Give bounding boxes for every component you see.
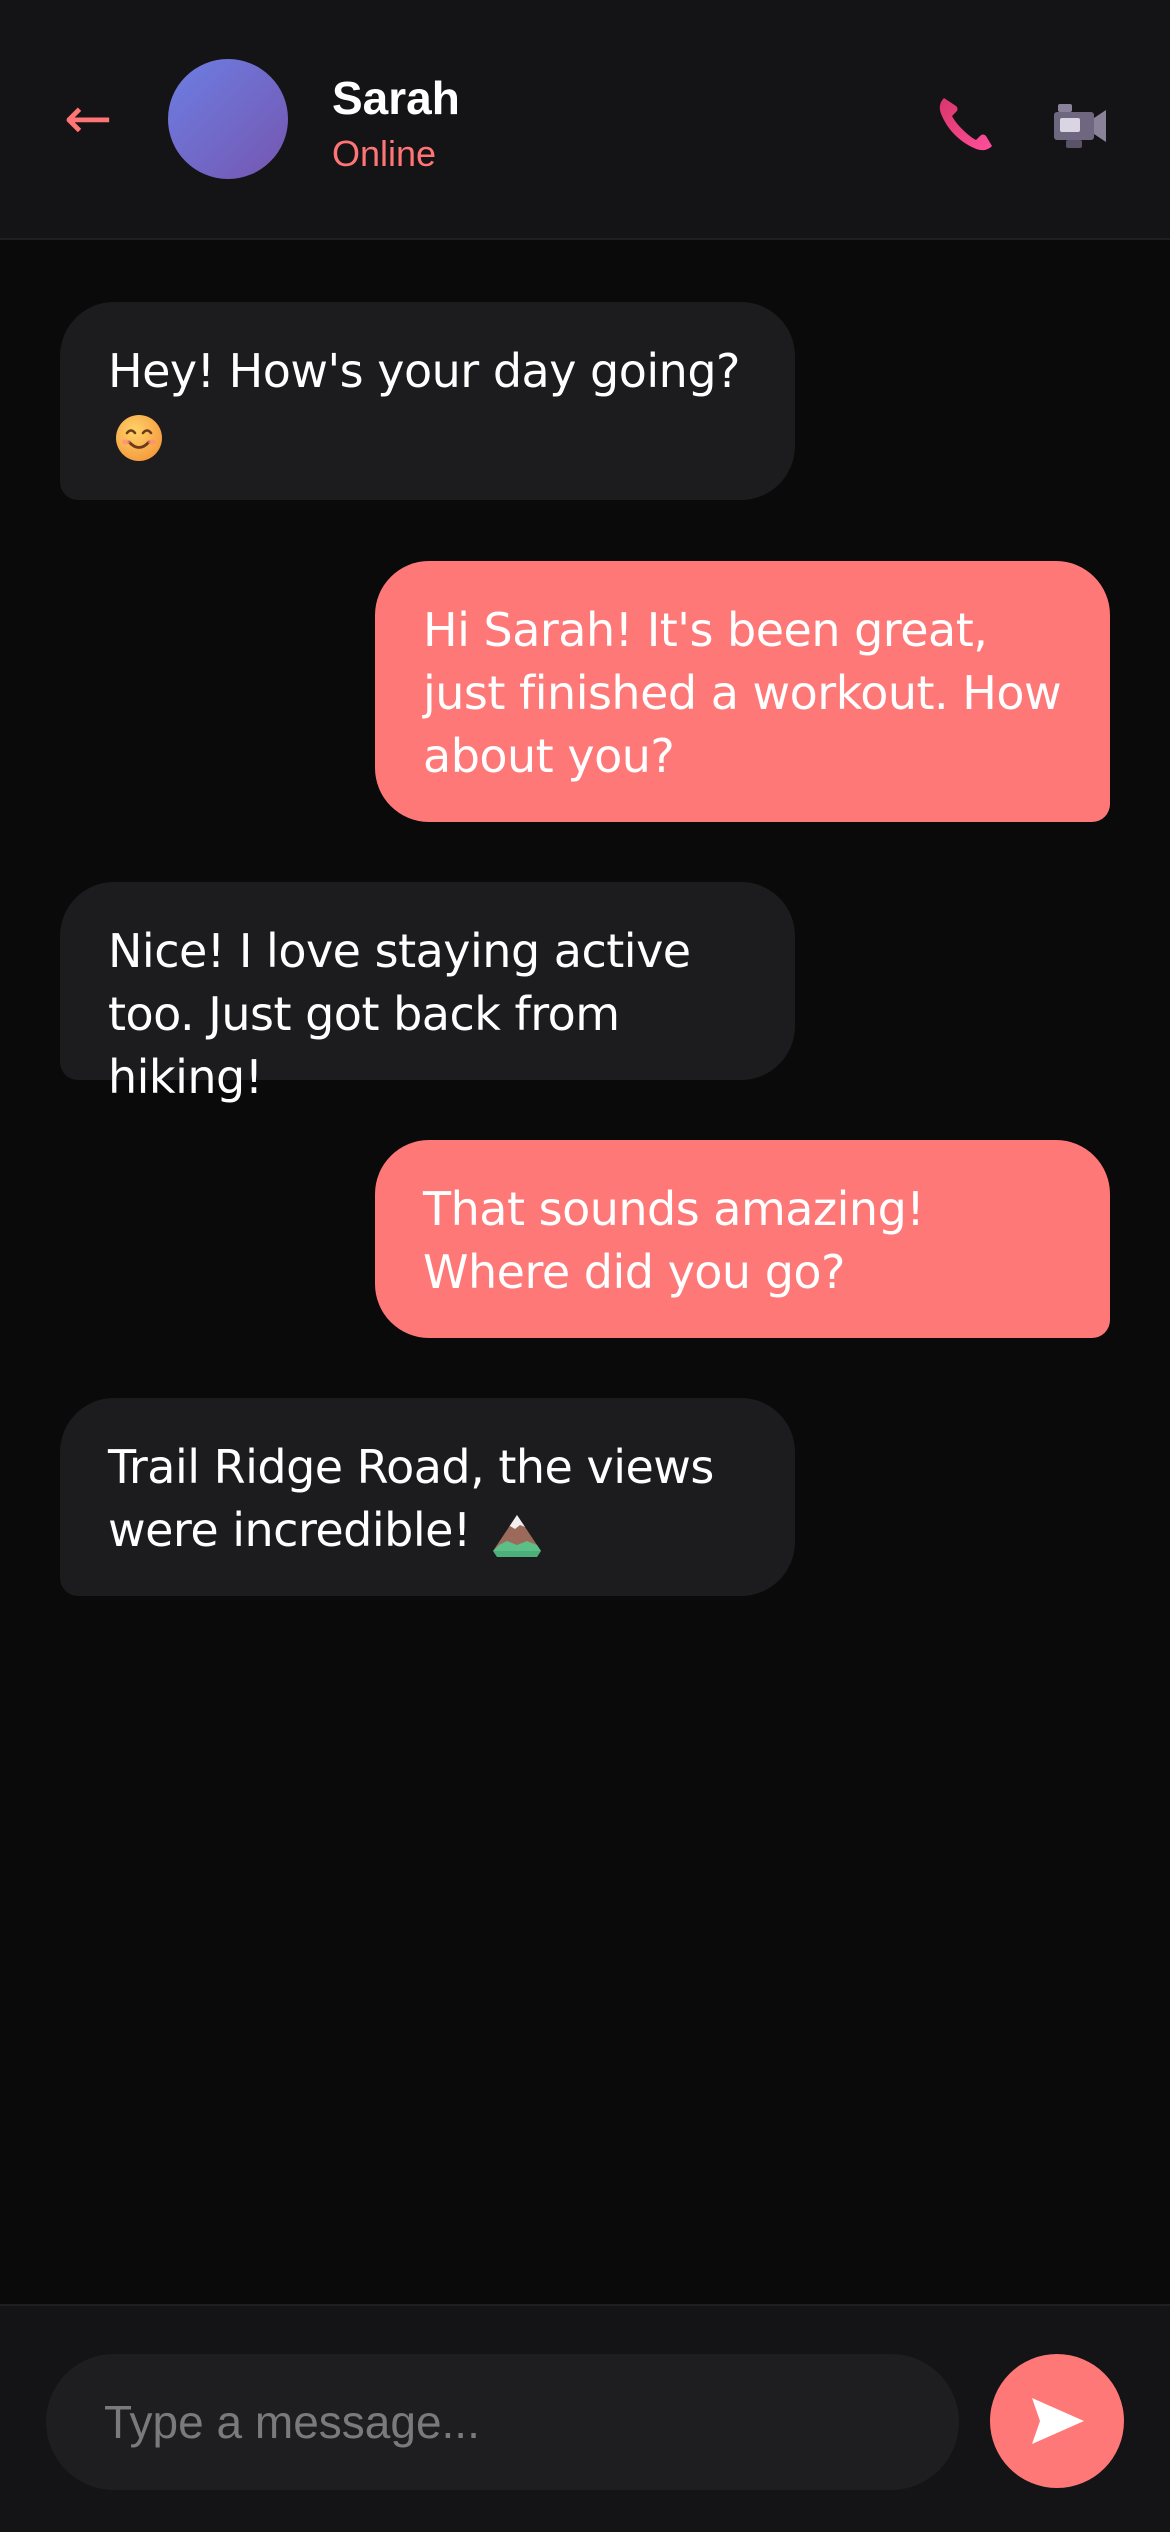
message-input[interactable] <box>46 2354 959 2490</box>
back-button[interactable]: ← <box>58 88 118 148</box>
smiling-face-emoji <box>116 414 162 461</box>
call-button[interactable] <box>934 92 998 156</box>
contact-name: Sarah <box>332 72 460 124</box>
chat-header: ← Sarah Online <box>0 0 1170 240</box>
message-composer <box>0 2304 1170 2532</box>
message-text: That sounds amazing! Where did you go? <box>423 1182 925 1299</box>
message-text: Nice! I love staying active too. Just go… <box>108 924 691 1104</box>
send-icon <box>1032 2398 1084 2444</box>
chat-screen: ← Sarah Online Hey! How's your day going… <box>0 0 1170 2532</box>
message-bubble-outgoing[interactable]: That sounds amazing! Where did you go? <box>375 1140 1110 1338</box>
message-text: Trail Ridge Road, the views were incredi… <box>108 1440 714 1557</box>
mountain-emoji <box>493 1514 541 1557</box>
video-call-button[interactable] <box>1046 98 1110 154</box>
message-bubble-incoming[interactable]: Trail Ridge Road, the views were incredi… <box>60 1398 795 1596</box>
phone-icon <box>939 98 992 151</box>
contact-status: Online <box>332 133 437 174</box>
message-bubble-outgoing[interactable]: Hi Sarah! It's been great, just finished… <box>375 561 1110 822</box>
avatar[interactable] <box>168 59 288 179</box>
message-text: Hey! How's your day going? <box>108 344 740 398</box>
message-text: Hi Sarah! It's been great, just finished… <box>423 603 1062 783</box>
video-camera-icon <box>1054 104 1106 148</box>
arrow-left-icon: ← <box>63 84 113 152</box>
message-bubble-incoming[interactable]: Nice! I love staying active too. Just go… <box>60 882 795 1104</box>
send-button[interactable] <box>990 2354 1124 2488</box>
message-bubble-incoming[interactable]: Hey! How's your day going? <box>60 302 795 500</box>
